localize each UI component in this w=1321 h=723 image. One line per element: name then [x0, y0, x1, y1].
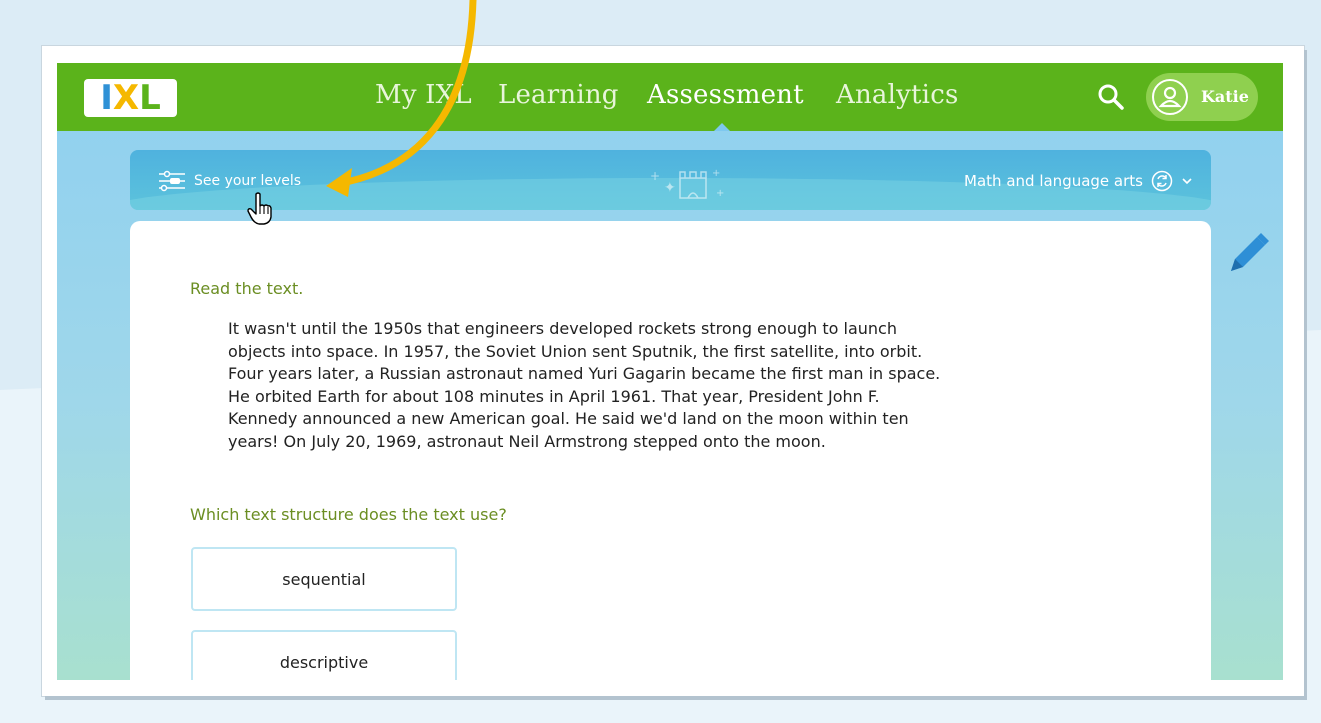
svg-text:+: + [716, 188, 724, 199]
logo-letter-i: I [100, 78, 113, 118]
subject-selector[interactable]: Math and language arts [964, 170, 1193, 192]
app-viewport: IXL My IXL Learning Assessment Analytics… [57, 63, 1283, 680]
passage-line: It wasn't until the 1950s that engineers… [228, 319, 897, 338]
question-card: Read the text. It wasn't until the 1950s… [130, 221, 1211, 680]
nav-learning[interactable]: Learning [498, 80, 619, 110]
user-name: Katie [1201, 87, 1249, 106]
svg-text:+: + [712, 168, 720, 179]
nav-my-ixl[interactable]: My IXL [375, 80, 472, 110]
svg-text:✦: ✦ [664, 180, 676, 196]
passage-line: Kennedy announced a new American goal. H… [228, 409, 909, 428]
question-prompt: Which text structure does the text use? [190, 505, 507, 524]
svg-text:+: + [650, 169, 660, 183]
see-your-levels-label: See your levels [194, 173, 302, 189]
logo-letter-l: L [139, 78, 161, 118]
chevron-down-icon [1182, 178, 1192, 185]
castle-icon: + ✦ + + [650, 168, 724, 199]
switch-subject-icon [1151, 170, 1173, 192]
pencil-icon[interactable] [1225, 231, 1271, 277]
search-icon[interactable] [1097, 83, 1125, 111]
sliders-icon [159, 170, 185, 192]
logo-letter-x: X [112, 78, 140, 118]
passage-line: years! On July 20, 1969, astronaut Neil … [228, 431, 826, 451]
nav-assessment[interactable]: Assessment [647, 80, 804, 110]
avatar-icon [1152, 79, 1188, 115]
answer-choice-sequential[interactable]: sequential [191, 547, 457, 611]
ixl-logo[interactable]: IXL [84, 79, 177, 117]
subject-label: Math and language arts [964, 172, 1143, 190]
nav-analytics[interactable]: Analytics [836, 80, 959, 110]
active-tab-caret [714, 123, 730, 131]
passage-line: Four years later, a Russian astronaut na… [228, 364, 941, 383]
top-navigation: IXL My IXL Learning Assessment Analytics… [57, 63, 1283, 131]
instruction-text: Read the text. [190, 279, 304, 298]
passage-line: He orbited Earth for about 108 minutes i… [228, 386, 880, 406]
see-your-levels-button[interactable]: See your levels [158, 170, 301, 192]
answer-choice-descriptive[interactable]: descriptive [191, 630, 457, 680]
user-menu[interactable]: Katie [1146, 73, 1258, 121]
passage-line: objects into space. In 1957, the Soviet … [228, 341, 923, 361]
reading-passage: It wasn't until the 1950s that engineers… [228, 318, 1108, 453]
levels-bar: See your levels + ✦ + + Math and languag… [130, 150, 1211, 210]
